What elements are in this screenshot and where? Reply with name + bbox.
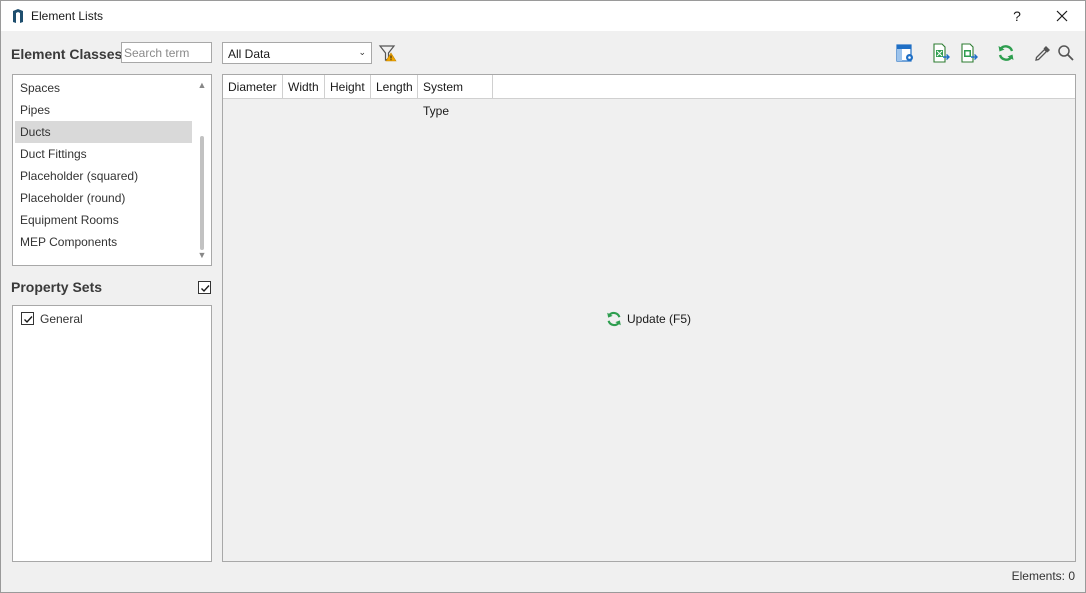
- property-sets-select-all-checkbox[interactable]: [198, 281, 211, 294]
- export-excel-icon[interactable]: [931, 43, 951, 63]
- property-set-general-checkbox[interactable]: [21, 312, 34, 325]
- column-settings-icon[interactable]: [895, 43, 915, 63]
- chevron-down-icon: ⌄: [358, 47, 366, 57]
- property-set-list: General: [12, 305, 212, 562]
- class-item-equipment-rooms[interactable]: Equipment Rooms: [15, 209, 192, 231]
- class-list-scrollbar[interactable]: ▲ ▼: [194, 76, 210, 264]
- element-data-grid: Diameter Width Height Length System Type…: [222, 74, 1076, 562]
- app-logo-icon: [13, 9, 23, 23]
- elements-count-status: Elements: 0: [1011, 569, 1075, 583]
- element-classes-title: Element Classes: [11, 46, 123, 62]
- scroll-up-arrow-icon[interactable]: ▲: [194, 78, 210, 92]
- property-sets-title: Property Sets: [11, 279, 103, 295]
- column-header-height[interactable]: Height: [325, 75, 371, 99]
- class-item-placeholder-squared[interactable]: Placeholder (squared): [15, 165, 192, 187]
- help-button[interactable]: ?: [1001, 5, 1033, 27]
- refresh-icon[interactable]: [996, 43, 1016, 63]
- grid-header: Diameter Width Height Length System Type: [223, 75, 1075, 118]
- checkmark-icon: [24, 316, 33, 324]
- data-filter-dropdown[interactable]: All Data ⌄: [222, 42, 372, 64]
- refresh-icon: [607, 311, 621, 327]
- export-excel-2-icon[interactable]: [959, 43, 979, 63]
- element-class-list: Spaces Pipes Ducts Duct Fittings Placeho…: [12, 74, 212, 266]
- property-set-general-label[interactable]: General: [40, 312, 83, 326]
- column-header-length[interactable]: Length: [371, 75, 418, 99]
- scroll-thumb[interactable]: [200, 136, 204, 250]
- close-icon: [1056, 10, 1068, 22]
- search-icon[interactable]: [1056, 43, 1076, 63]
- class-item-ducts[interactable]: Ducts: [15, 121, 192, 143]
- class-item-duct-fittings[interactable]: Duct Fittings: [15, 143, 192, 165]
- update-label: Update (F5): [627, 312, 692, 326]
- column-header-width[interactable]: Width: [283, 75, 325, 99]
- class-item-mep-components[interactable]: MEP Components: [15, 231, 192, 253]
- title-bar: Element Lists ?: [1, 1, 1085, 31]
- eyedropper-icon[interactable]: [1033, 43, 1053, 63]
- checkmark-icon: [201, 285, 210, 293]
- close-button[interactable]: [1046, 5, 1078, 27]
- scroll-down-arrow-icon[interactable]: ▼: [194, 248, 210, 262]
- column-header-system-type[interactable]: System Type: [418, 75, 493, 118]
- filter-warning-icon[interactable]: [378, 43, 398, 63]
- class-item-pipes[interactable]: Pipes: [15, 99, 192, 121]
- element-lists-window: Element Lists ? Element Classes Spaces P…: [0, 0, 1086, 593]
- class-item-spaces[interactable]: Spaces: [15, 77, 192, 99]
- search-term-input[interactable]: [121, 42, 212, 63]
- data-filter-value: All Data: [228, 47, 271, 61]
- class-item-placeholder-round[interactable]: Placeholder (round): [15, 187, 192, 209]
- window-title: Element Lists: [31, 9, 104, 23]
- column-header-diameter[interactable]: Diameter: [223, 75, 283, 99]
